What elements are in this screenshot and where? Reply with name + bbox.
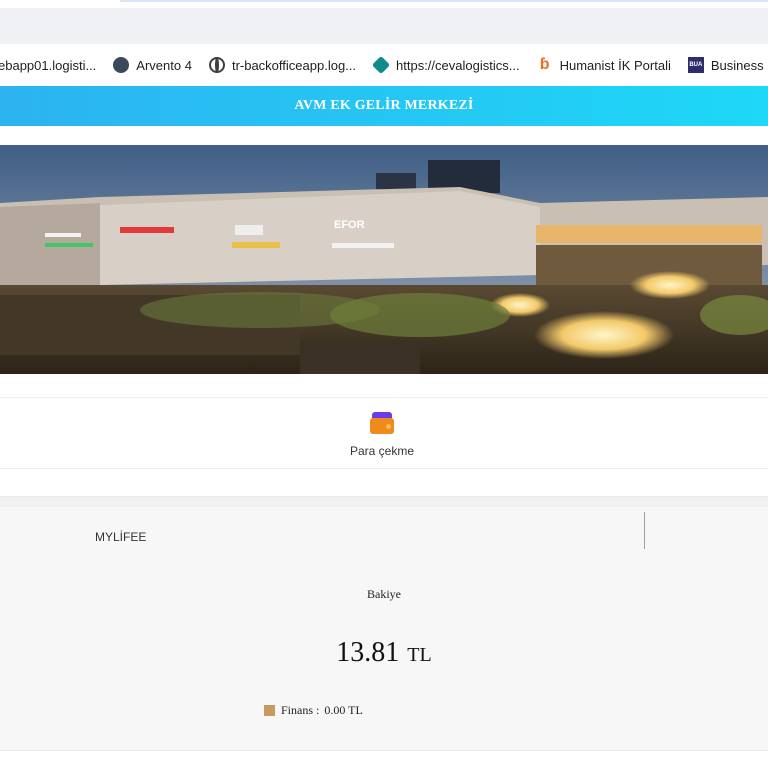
section-divider bbox=[0, 470, 768, 497]
withdraw-button[interactable]: Para çekme bbox=[332, 412, 432, 458]
bookmark-label: tr-backofficeapp.log... bbox=[231, 57, 357, 73]
bookmark-label: Humanist İK Portali bbox=[559, 57, 671, 73]
section-gap bbox=[0, 497, 768, 507]
sign-efor: EFOR bbox=[334, 219, 365, 231]
vertical-separator bbox=[644, 512, 645, 549]
balance-label: Bakiye bbox=[367, 587, 401, 601]
browser-toolbar-band bbox=[0, 8, 768, 44]
page-title: AVM EK GELİR MERKEZİ bbox=[294, 98, 474, 113]
bookmark-label: Arvento 4 bbox=[136, 57, 192, 73]
bookmarks-bar: ebapp01.logisti... Arvento 4 tr-backoffi… bbox=[0, 44, 768, 86]
bookmark-label: ebapp01.logisti... bbox=[0, 57, 97, 73]
sharepoint-icon bbox=[371, 55, 391, 75]
banner-carousel[interactable]: EFOR bbox=[0, 145, 768, 374]
quick-actions-card: Para çekme bbox=[0, 397, 768, 469]
balance-card: MYLİFEE Bakiye 13.81 TL Finans : 0.00 TL bbox=[0, 507, 768, 750]
bookmark-ebapp[interactable]: ebapp01.logisti... bbox=[0, 58, 96, 73]
humanist-icon: ɓ bbox=[539, 56, 550, 73]
finans-value: 0.00 TL bbox=[324, 703, 363, 717]
address-bar-edge bbox=[120, 0, 768, 2]
window-top-strip bbox=[0, 0, 768, 8]
finans-label: Finans : bbox=[281, 703, 320, 717]
mall-photo: EFOR bbox=[0, 145, 768, 374]
balance-currency: TL bbox=[407, 644, 432, 666]
balance-value: 13.81 bbox=[336, 637, 400, 668]
page-header: AVM EK GELİR MERKEZİ bbox=[0, 86, 768, 126]
bookmark-backoffice[interactable]: tr-backofficeapp.log... bbox=[208, 57, 357, 73]
bottom-strip bbox=[0, 750, 768, 769]
finans-color-swatch bbox=[264, 705, 275, 716]
bookmark-label: Business Univ bbox=[710, 57, 768, 73]
withdraw-label: Para çekme bbox=[349, 444, 415, 458]
globe-icon bbox=[208, 57, 225, 73]
wallet-icon bbox=[370, 412, 394, 434]
arvento-icon bbox=[113, 57, 130, 73]
bookmark-label: https://cevalogistics... bbox=[396, 57, 520, 73]
balance-amount: 13.81 TL bbox=[0, 637, 768, 669]
bua-icon: BUA bbox=[687, 57, 704, 73]
bookmark-arvento[interactable]: Arvento 4 bbox=[113, 57, 192, 73]
bookmark-business-univ[interactable]: BUA Business Univ bbox=[687, 57, 768, 73]
bookmark-cevalogistics[interactable]: https://cevalogistics... bbox=[371, 55, 520, 75]
bookmark-humanist[interactable]: ɓ Humanist İK Portali bbox=[537, 57, 671, 73]
finans-legend: Finans : 0.00 TL bbox=[264, 703, 363, 718]
account-name: MYLİFEE bbox=[95, 530, 147, 544]
